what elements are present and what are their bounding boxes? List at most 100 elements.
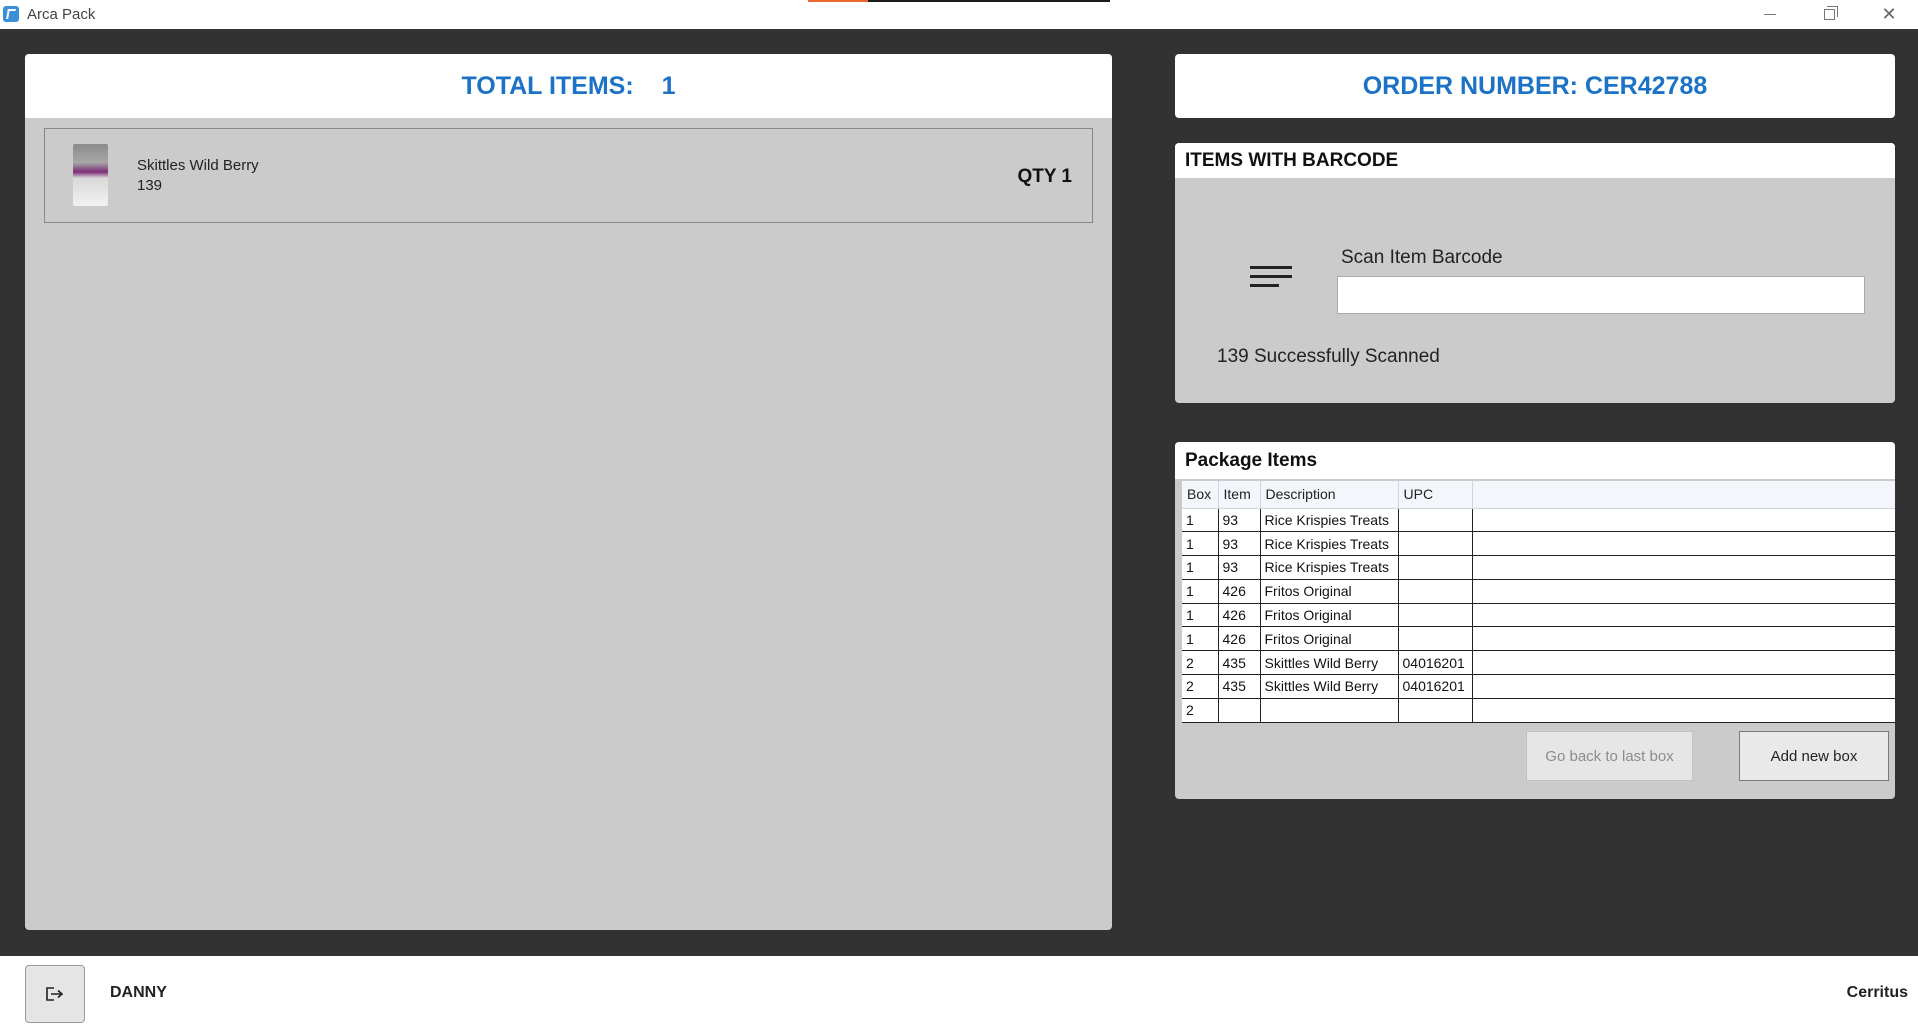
order-number-box: ORDER NUMBER: CER42788 — [1175, 54, 1895, 118]
barcode-panel: ITEMS WITH BARCODE Scan Item Barcode 139… — [1175, 143, 1895, 403]
cell-box[interactable]: 2 — [1182, 650, 1219, 676]
go-back-last-box-button[interactable]: Go back to last box — [1526, 731, 1693, 781]
grid-header-row: Box Item Description UPC — [1182, 481, 1895, 509]
table-row[interactable]: 1 426 Fritos Original — [1182, 603, 1895, 628]
add-new-box-button[interactable]: Add new box — [1739, 731, 1889, 781]
title-progress-bar — [808, 0, 1110, 2]
table-row[interactable]: 2 — [1182, 698, 1895, 723]
cell-upc[interactable]: 04016201 — [1398, 650, 1473, 676]
close-icon: ✕ — [1881, 4, 1897, 24]
logout-icon — [46, 987, 64, 1001]
cell-upc[interactable] — [1398, 508, 1473, 533]
cell-filler — [1472, 698, 1895, 723]
cell-filler — [1472, 555, 1895, 580]
package-items-panel: Package Items Box Item Description UPC 1… — [1175, 442, 1895, 799]
cell-box[interactable]: 1 — [1182, 579, 1219, 604]
cell-box[interactable]: 1 — [1182, 626, 1219, 652]
cell-box[interactable]: 1 — [1182, 508, 1219, 533]
table-row[interactable]: 1 93 Rice Krispies Treats — [1182, 531, 1895, 557]
order-number: ORDER NUMBER: CER42788 — [1362, 71, 1708, 100]
total-items-label: TOTAL ITEMS: — [461, 71, 634, 100]
scan-barcode-label: Scan Item Barcode — [1341, 247, 1503, 268]
column-header-description[interactable]: Description — [1260, 481, 1399, 509]
cell-item[interactable]: 426 — [1218, 603, 1261, 628]
cell-upc[interactable] — [1398, 555, 1473, 580]
table-row[interactable]: 1 93 Rice Krispies Treats — [1182, 508, 1895, 533]
scan-barcode-input[interactable] — [1337, 276, 1865, 314]
cell-item[interactable]: 426 — [1218, 579, 1261, 604]
cell-box[interactable]: 1 — [1182, 603, 1219, 628]
cell-item[interactable]: 93 — [1218, 555, 1261, 580]
cell-description[interactable]: Skittles Wild Berry — [1260, 674, 1399, 699]
table-row[interactable]: 1 426 Fritos Original — [1182, 626, 1895, 652]
cell-filler — [1472, 626, 1895, 652]
cell-upc[interactable] — [1398, 531, 1473, 557]
cell-upc[interactable] — [1398, 603, 1473, 628]
cell-box[interactable]: 1 — [1182, 555, 1219, 580]
item-code: 139 — [137, 177, 163, 194]
minimize-icon — [1764, 14, 1776, 15]
table-row[interactable]: 2 435 Skittles Wild Berry 04016201 — [1182, 674, 1895, 699]
restore-icon — [1823, 6, 1838, 20]
cell-box[interactable]: 2 — [1182, 698, 1219, 723]
table-row[interactable]: 1 93 Rice Krispies Treats — [1182, 555, 1895, 580]
cell-description[interactable]: Fritos Original — [1260, 626, 1399, 652]
cell-filler — [1472, 508, 1895, 533]
cell-description[interactable]: Rice Krispies Treats — [1260, 555, 1399, 580]
cell-item[interactable]: 93 — [1218, 508, 1261, 533]
cell-description[interactable]: Fritos Original — [1260, 603, 1399, 628]
maximize-button[interactable] — [1806, 0, 1852, 29]
cell-upc[interactable] — [1398, 698, 1473, 723]
cell-filler — [1472, 674, 1895, 699]
cell-description[interactable]: Rice Krispies Treats — [1260, 508, 1399, 533]
product-thumbnail — [73, 144, 108, 206]
total-items-header: TOTAL ITEMS: 1 — [25, 54, 1112, 118]
title-bar: Arca Pack ✕ — [0, 0, 1918, 29]
cell-description[interactable]: Rice Krispies Treats — [1260, 531, 1399, 557]
current-user: DANNY — [110, 984, 167, 1001]
column-header-item[interactable]: Item — [1218, 481, 1261, 509]
column-header-filler — [1472, 481, 1895, 509]
cell-box[interactable]: 1 — [1182, 531, 1219, 557]
total-items-value: 1 — [661, 71, 676, 100]
cell-item[interactable]: 435 — [1218, 674, 1261, 699]
cell-upc[interactable]: 04016201 — [1398, 674, 1473, 699]
cell-upc[interactable] — [1398, 579, 1473, 604]
cell-item[interactable]: 93 — [1218, 531, 1261, 557]
column-header-upc[interactable]: UPC — [1398, 481, 1473, 509]
scan-status-message: 139 Successfully Scanned — [1217, 346, 1440, 367]
close-button[interactable]: ✕ — [1866, 0, 1912, 29]
package-items-grid[interactable]: Box Item Description UPC 1 93 Rice Krispie… — [1182, 481, 1895, 723]
brand-name: Cerritus — [1846, 984, 1908, 1001]
package-items-title: Package Items — [1185, 449, 1318, 471]
logout-button[interactable] — [25, 965, 85, 1023]
cell-filler — [1472, 579, 1895, 604]
cell-item[interactable]: 435 — [1218, 650, 1261, 676]
package-items-header: Package Items — [1175, 442, 1895, 479]
cell-description[interactable] — [1260, 698, 1399, 723]
cell-box[interactable]: 2 — [1182, 674, 1219, 699]
cell-filler — [1472, 531, 1895, 557]
table-row[interactable]: 1 426 Fritos Original — [1182, 579, 1895, 604]
order-items-panel: TOTAL ITEMS: 1 Skittles Wild Berry 139 Q… — [25, 54, 1112, 930]
title-progress-fill — [808, 0, 869, 2]
item-name: Skittles Wild Berry — [137, 157, 259, 174]
cell-upc[interactable] — [1398, 626, 1473, 652]
barcode-panel-title: ITEMS WITH BARCODE — [1185, 149, 1399, 171]
item-qty: QTY 1 — [1017, 166, 1072, 187]
column-header-box[interactable]: Box — [1182, 481, 1219, 509]
order-item-card[interactable]: Skittles Wild Berry 139 QTY 1 — [44, 128, 1093, 223]
cell-description[interactable]: Fritos Original — [1260, 579, 1399, 604]
cell-item[interactable]: 426 — [1218, 626, 1261, 652]
table-row[interactable]: 2 435 Skittles Wild Berry 04016201 — [1182, 650, 1895, 676]
cell-item[interactable] — [1218, 698, 1261, 723]
footer-bar: DANNY Cerritus — [0, 956, 1918, 1027]
cell-filler — [1472, 650, 1895, 676]
window-title: Arca Pack — [27, 6, 96, 23]
cell-filler — [1472, 603, 1895, 628]
menu-lines-icon — [1250, 264, 1294, 292]
app-icon — [3, 6, 19, 22]
cell-description[interactable]: Skittles Wild Berry — [1260, 650, 1399, 676]
minimize-button[interactable] — [1747, 0, 1793, 29]
barcode-panel-header: ITEMS WITH BARCODE — [1175, 143, 1895, 178]
